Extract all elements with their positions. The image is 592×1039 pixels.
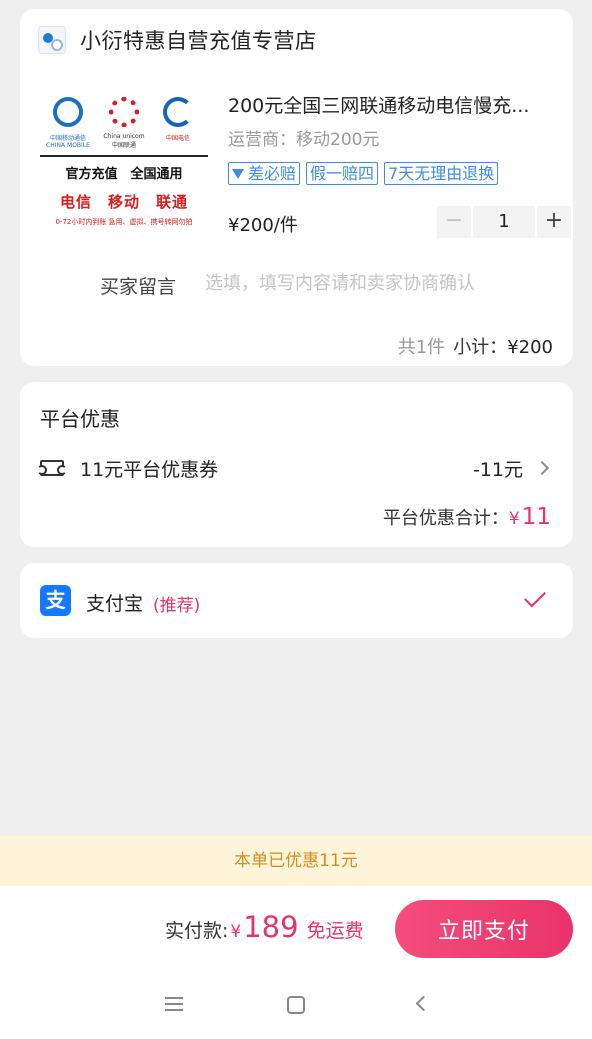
saving-notice: 本单已优惠11元 bbox=[0, 836, 592, 886]
section-title: 平台优惠 bbox=[40, 407, 120, 431]
image-text-notice: 0-72小时内到账 急用、虚拟、携号转网勿拍 bbox=[55, 218, 193, 226]
total-label: 实付款: bbox=[165, 920, 229, 942]
decrease-button[interactable]: − bbox=[437, 206, 471, 238]
china-mobile-logo-icon: 中国移动通信 CHINA MOBILE bbox=[44, 91, 92, 149]
alipay-icon: 支 bbox=[40, 585, 71, 616]
product-spec: 运营商：移动200元 bbox=[228, 130, 380, 150]
service-tag[interactable]: 假一赔四 bbox=[306, 162, 379, 185]
coupon-amount: -11元 bbox=[472, 458, 523, 481]
pay-now-button[interactable]: 立即支付 bbox=[395, 900, 573, 958]
payment-method-option[interactable]: 支 支付宝 (推荐) bbox=[20, 563, 573, 638]
store-card: 小衍特惠自营充值专营店 中国移动通信 CHINA MOBILE China un… bbox=[20, 9, 573, 366]
home-icon[interactable] bbox=[287, 996, 305, 1014]
subtotal: 共1件 小计： ¥200 bbox=[398, 333, 553, 359]
checkout-bar: 实付款: ¥ 189 免运费 立即支付 bbox=[0, 886, 592, 970]
system-nav-bar bbox=[0, 970, 592, 1039]
buyer-message-label: 买家留言 bbox=[100, 276, 177, 298]
store-header[interactable]: 小衍特惠自营充值专营店 bbox=[38, 25, 317, 55]
product-image[interactable]: 中国移动通信 CHINA MOBILE China unicom 中国联通 中国… bbox=[40, 87, 208, 235]
quantity-value[interactable]: 1 bbox=[473, 206, 535, 238]
china-telecom-logo-icon: 中国电信 bbox=[154, 91, 202, 149]
china-unicom-logo-icon: China unicom 中国联通 bbox=[100, 91, 148, 149]
back-icon[interactable] bbox=[415, 995, 432, 1012]
discount-total-label: 平台优惠合计： bbox=[382, 508, 509, 529]
total-amount: 189 bbox=[243, 910, 299, 944]
discount-total-value: 11 bbox=[521, 504, 551, 530]
platform-discount-card: 平台优惠 11元平台优惠券 -11元 平台优惠合计： ¥ 11 bbox=[20, 382, 573, 547]
menu-icon[interactable] bbox=[165, 997, 183, 1011]
service-tag[interactable]: 7天无理由退换 bbox=[384, 162, 499, 185]
coupon-name: 11元平台优惠券 bbox=[80, 458, 219, 481]
product-title[interactable]: 200元全国三网联通移动电信慢充... bbox=[228, 91, 564, 118]
quantity-stepper: − 1 + bbox=[437, 206, 571, 238]
buyer-message-input[interactable] bbox=[205, 267, 555, 299]
subtotal-label: 小计： bbox=[453, 337, 508, 358]
image-text-operators: 电信 移动 联通 bbox=[59, 193, 188, 211]
check-icon bbox=[524, 585, 546, 608]
shipping-label: 免运费 bbox=[306, 920, 364, 942]
ticket-icon bbox=[37, 460, 67, 476]
total-currency: ¥ bbox=[230, 922, 242, 942]
subtotal-amount: ¥200 bbox=[507, 337, 553, 358]
discount-total-currency: ¥ bbox=[508, 509, 520, 529]
image-divider bbox=[40, 155, 208, 157]
service-tags: 差必赔 假一赔四 7天无理由退换 bbox=[228, 162, 504, 185]
unit-price: ¥200/件 bbox=[228, 215, 298, 236]
store-logo-icon bbox=[38, 26, 66, 54]
diamond-icon bbox=[232, 168, 244, 179]
increase-button[interactable]: + bbox=[537, 206, 571, 238]
item-count: 共1件 bbox=[397, 337, 446, 358]
store-name[interactable]: 小衍特惠自营充值专营店 bbox=[80, 25, 317, 55]
total-payable: 实付款: ¥ 189 免运费 bbox=[165, 910, 364, 944]
service-tag[interactable]: 差必赔 bbox=[228, 162, 301, 185]
image-text-official: 官方充值 全国通用 bbox=[65, 167, 183, 182]
chevron-right-icon bbox=[534, 460, 550, 476]
recommended-label: (推荐) bbox=[153, 596, 201, 616]
discount-total: 平台优惠合计： ¥ 11 bbox=[383, 504, 551, 530]
operator-logos: 中国移动通信 CHINA MOBILE China unicom 中国联通 中国… bbox=[42, 91, 206, 153]
payment-method-name: 支付宝 bbox=[86, 593, 144, 615]
coupon-row[interactable]: 11元平台优惠券 -11元 bbox=[37, 454, 553, 482]
